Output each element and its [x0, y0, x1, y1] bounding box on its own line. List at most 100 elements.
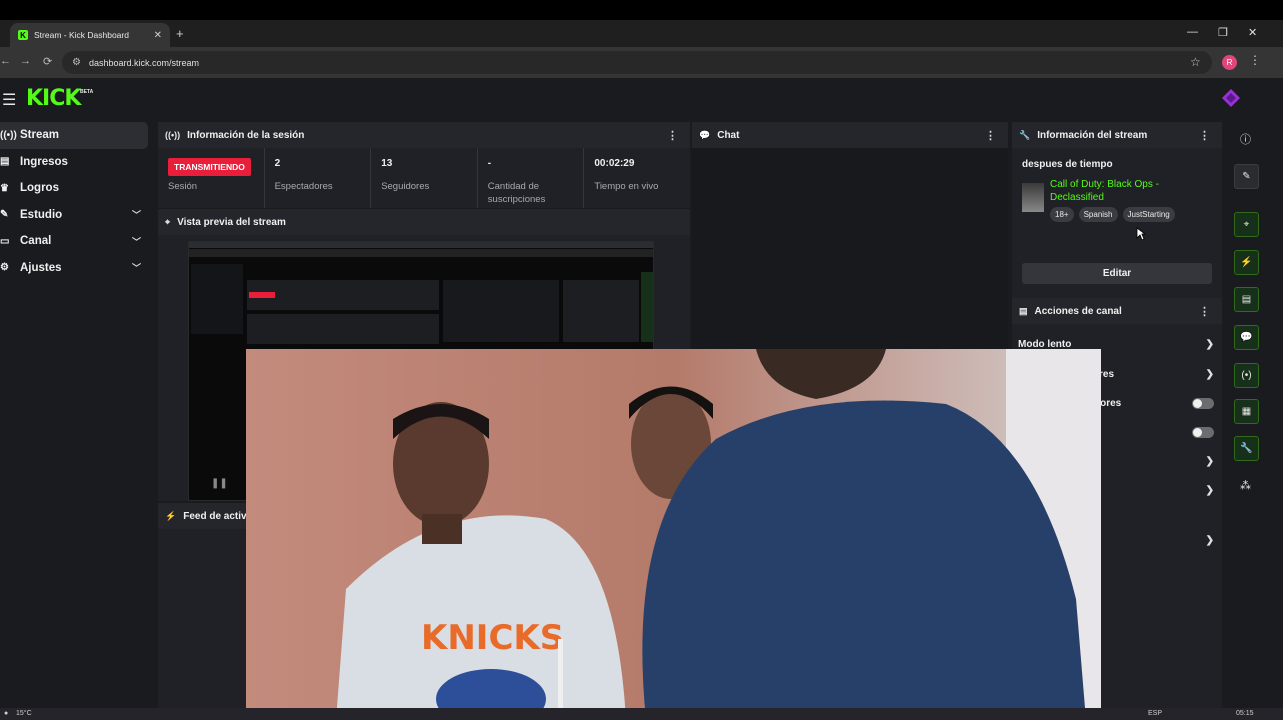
browser-tab-title: Stream - Kick Dashboard	[34, 30, 129, 40]
taskbar-clock[interactable]: 05:15	[1236, 710, 1254, 717]
info-icon[interactable]: ⓘ	[1240, 131, 1251, 147]
pause-icon[interactable]: ❚❚	[211, 478, 228, 489]
chat-icon: 💬	[1240, 332, 1253, 343]
tag-badge[interactable]: Spanish	[1078, 207, 1118, 222]
sidebar-item-label: Ajustes	[20, 261, 62, 274]
stat-value: -	[487, 158, 492, 169]
add-widget-icon[interactable]: ⁂	[1240, 479, 1251, 492]
channel-actions-header: ▤ Acciones de canal ⋮	[1012, 298, 1222, 324]
edit-layout-button[interactable]: ✎	[1234, 164, 1259, 189]
sidebar-item-label: Logros	[20, 182, 59, 195]
document-icon: ▤	[1241, 294, 1252, 305]
sidebar-item-label: Ingresos	[20, 155, 68, 168]
broadcast-icon: (•)	[1241, 370, 1252, 381]
lightning-icon: ⚡	[1240, 257, 1253, 268]
session-info-header: ((•)) Información de la sesión ⋮	[158, 122, 690, 148]
minimize-window-icon[interactable]: —	[1187, 26, 1198, 38]
sweater-print-image: KNICKS	[421, 618, 564, 658]
stat-value: 2	[274, 158, 281, 169]
panel-menu-icon[interactable]: ⋮	[667, 129, 678, 142]
chat-header: 💬 Chat ⋮	[692, 122, 1008, 148]
restore-window-icon[interactable]: ❐	[1218, 26, 1228, 39]
chat-icon: 💬	[699, 129, 711, 140]
screen-top-band	[0, 0, 1283, 20]
preview-stream-info-panel	[563, 280, 639, 342]
preview-icon: ⌖	[1243, 219, 1250, 230]
pencil-icon: ✎	[1242, 171, 1251, 182]
chevron-right-icon: ❯	[1205, 456, 1214, 467]
forward-icon[interactable]: →	[20, 55, 31, 67]
stat-label: Sesión	[168, 181, 198, 192]
browser-menu-icon[interactable]: ⋮	[1249, 53, 1261, 67]
rail-activity-button[interactable]: ⚡	[1234, 250, 1259, 275]
session-info-panel: ((•)) Información de la sesión ⋮ TRANSMI…	[158, 122, 690, 208]
browser-tab[interactable]: K Stream - Kick Dashboard ✕	[10, 23, 170, 47]
stat-label: Seguidores	[381, 181, 430, 192]
mouse-cursor-icon	[1136, 227, 1146, 241]
preview-session-panel	[247, 280, 439, 310]
language-indicator[interactable]: ESP	[1148, 710, 1162, 717]
actions-icon: ▦	[1241, 406, 1252, 417]
app-header: ☰ KICK BETA	[0, 78, 1283, 120]
stream-title: despues de tiempo	[1022, 159, 1113, 170]
weather-temperature[interactable]: 15°C	[16, 710, 32, 717]
preview-sidebar	[191, 264, 243, 334]
sidebar-item-logros[interactable]: ♛ Logros	[0, 175, 152, 202]
settings-icon: ⚙	[0, 262, 9, 274]
close-window-icon[interactable]: ✕	[1248, 26, 1257, 39]
close-tab-icon[interactable]: ✕	[154, 30, 162, 41]
profile-avatar[interactable]: R	[1222, 55, 1237, 70]
new-tab-icon[interactable]: +	[176, 26, 184, 41]
stat-label: Espectadores	[274, 181, 333, 192]
sidebar-item-stream[interactable]: ((•)) Stream	[0, 122, 148, 149]
chat-title: Chat	[717, 129, 740, 141]
actions-icon: ▤	[1019, 305, 1028, 316]
tag-badge[interactable]: JustStarting	[1122, 207, 1175, 222]
kick-logo[interactable]: KICK	[26, 86, 81, 111]
preview-chat-panel	[443, 280, 559, 342]
rail-broadcast-button[interactable]: (•)	[1234, 363, 1259, 388]
preview-browser-bar	[189, 242, 653, 248]
chevron-right-icon: ❯	[1205, 535, 1214, 546]
chevron-right-icon: ❯	[1205, 485, 1214, 496]
sidebar-item-estudio[interactable]: ✎ Estudio ﹀	[0, 202, 152, 229]
back-icon[interactable]: ←	[0, 55, 11, 67]
chevron-down-icon: ﹀	[132, 210, 142, 221]
rail-notes-button[interactable]: ▤	[1234, 287, 1259, 312]
user-avatar-icon[interactable]	[1221, 88, 1241, 108]
stream-info-header: 🔧 Información del stream ⋮	[1012, 122, 1222, 148]
emotes-toggle[interactable]	[1192, 427, 1214, 438]
webcam-image: KNICKS	[246, 349, 1101, 720]
stream-info-title: Información del stream	[1037, 129, 1148, 141]
panel-menu-icon[interactable]: ⋮	[1199, 305, 1210, 318]
preview-right-rail	[641, 272, 653, 342]
stat-subscriptions: - Cantidad de suscripciones	[478, 148, 585, 208]
chevron-right-icon: ❯	[1205, 369, 1214, 380]
hamburger-menu-icon[interactable]: ☰	[2, 90, 16, 110]
wrench-icon: 🔧	[1019, 129, 1031, 140]
subscribers-toggle[interactable]	[1192, 398, 1214, 409]
rail-stream-info-button[interactable]: 🔧	[1234, 436, 1259, 461]
address-bar[interactable]: ⚙ dashboard.kick.com/stream	[62, 51, 1212, 74]
tag-badge[interactable]: 18+	[1050, 207, 1074, 222]
kick-favicon-icon: K	[18, 30, 28, 40]
panel-menu-icon[interactable]: ⋮	[985, 129, 996, 142]
reload-icon[interactable]: ⟳	[43, 55, 52, 68]
stat-value: 00:02:29	[594, 158, 635, 169]
bookmark-star-icon[interactable]: ☆	[1190, 55, 1201, 69]
edit-stream-button[interactable]: Editar	[1022, 263, 1212, 284]
channel-actions-title: Acciones de canal	[1034, 305, 1122, 317]
rail-preview-button[interactable]: ⌖	[1234, 212, 1259, 237]
sidebar-item-label: Estudio	[20, 208, 63, 221]
sidebar-item-ajustes[interactable]: ⚙ Ajustes ﹀	[0, 255, 152, 282]
site-settings-icon[interactable]: ⚙	[72, 57, 81, 68]
rail-chat-button[interactable]: 💬	[1234, 325, 1259, 350]
stat-value: 13	[381, 158, 393, 169]
sidebar-item-canal[interactable]: ▭ Canal ﹀	[0, 228, 152, 255]
rail-actions-button[interactable]: ▦	[1234, 399, 1259, 424]
game-category-link[interactable]: Call of Duty: Black Ops - Declassified	[1050, 178, 1210, 204]
panel-menu-icon[interactable]: ⋮	[1199, 129, 1210, 142]
sidebar-item-ingresos[interactable]: ▤ Ingresos	[0, 149, 152, 176]
os-taskbar: ● 15°C ESP 05:15	[0, 708, 1283, 720]
chevron-down-icon: ﹀	[132, 236, 142, 247]
